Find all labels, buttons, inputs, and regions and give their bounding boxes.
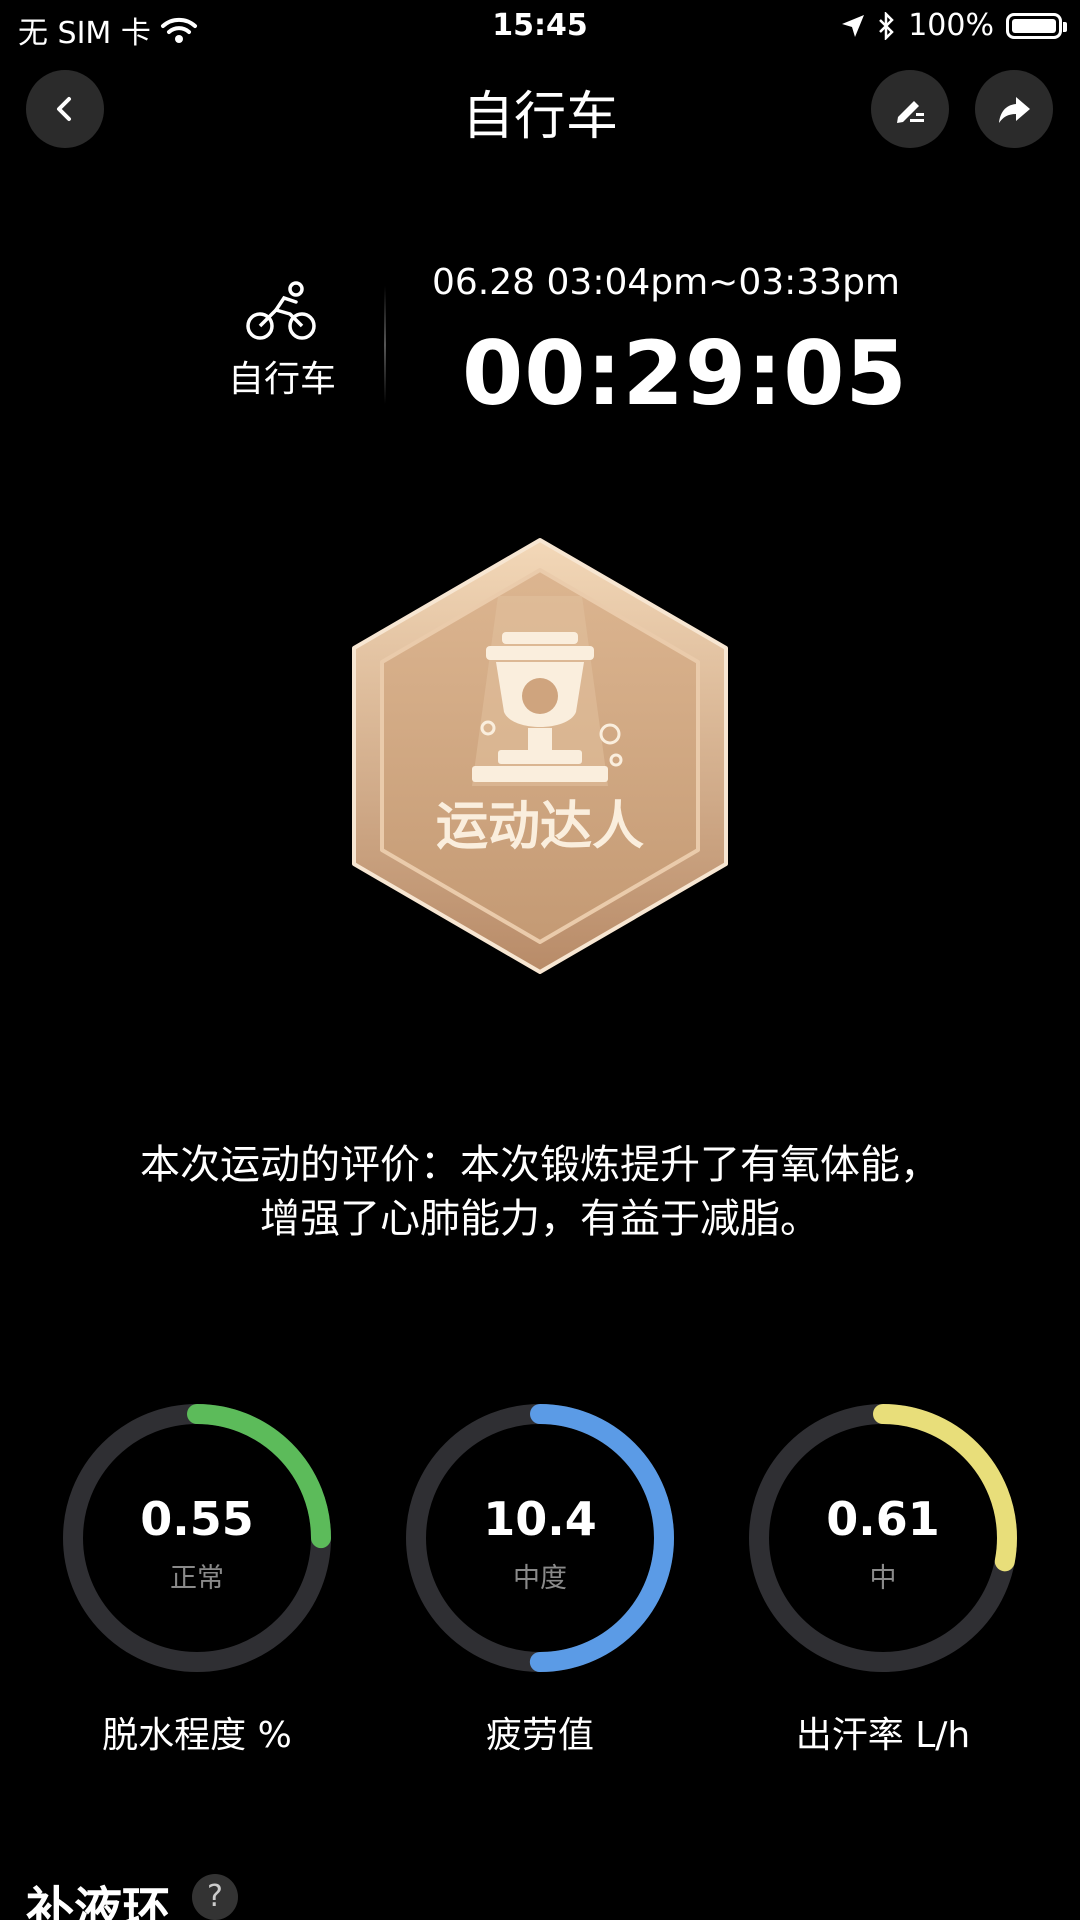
location-icon bbox=[842, 14, 865, 37]
header-divider bbox=[384, 286, 386, 404]
bluetooth-icon bbox=[879, 11, 894, 40]
battery-tip bbox=[1063, 21, 1067, 32]
edit-icon bbox=[897, 101, 924, 123]
section-title: 补液环 bbox=[26, 1882, 171, 1920]
share-button[interactable] bbox=[975, 70, 1053, 148]
dehydration-value: 0.55 bbox=[140, 1492, 254, 1546]
fatigue-value: 10.4 bbox=[483, 1492, 597, 1546]
sweat-rate-ring[interactable]: 0.61 中 bbox=[743, 1398, 1023, 1678]
dehydration-caption: 脱水程度 % bbox=[102, 1715, 292, 1756]
evaluation-line-1: 本次运动的评价：本次锻炼提升了有氧体能， bbox=[140, 1142, 940, 1188]
sport-label: 自行车 bbox=[227, 359, 336, 400]
dehydration-level: 正常 bbox=[170, 1563, 224, 1594]
bicycle-icon bbox=[246, 281, 316, 340]
edit-button[interactable] bbox=[871, 70, 949, 148]
help-icon[interactable]: ? bbox=[192, 1874, 238, 1920]
badge-label: 运动达人 bbox=[436, 797, 644, 857]
battery-icon bbox=[1006, 12, 1067, 39]
workout-evaluation: 本次运动的评价：本次锻炼提升了有氧体能， 增强了心肺能力，有益于减脂。 bbox=[60, 1138, 1020, 1246]
sweat-rate-value: 0.61 bbox=[826, 1492, 940, 1546]
battery-fill bbox=[1012, 18, 1056, 33]
fatigue-ring[interactable]: 10.4 中度 bbox=[400, 1398, 680, 1678]
share-icon bbox=[999, 97, 1030, 123]
evaluation-line-2: 增强了心肺能力，有益于减脂。 bbox=[260, 1196, 820, 1242]
status-indicators: 100% bbox=[840, 8, 1067, 43]
dehydration-ring[interactable]: 0.55 正常 bbox=[57, 1398, 337, 1678]
workout-time-range: 06.28 03:04pm~03:33pm bbox=[432, 262, 900, 303]
sweat-rate-level: 中 bbox=[869, 1563, 897, 1594]
workout-duration: 00:29:05 bbox=[462, 322, 908, 425]
trophy-badge-icon[interactable]: 运动达人 bbox=[348, 536, 732, 976]
battery-percent: 100% bbox=[908, 8, 994, 43]
fatigue-level: 中度 bbox=[513, 1563, 567, 1594]
fatigue-caption: 疲劳值 bbox=[485, 1715, 594, 1756]
sweat-rate-caption: 出汗率 L/h bbox=[795, 1715, 971, 1756]
